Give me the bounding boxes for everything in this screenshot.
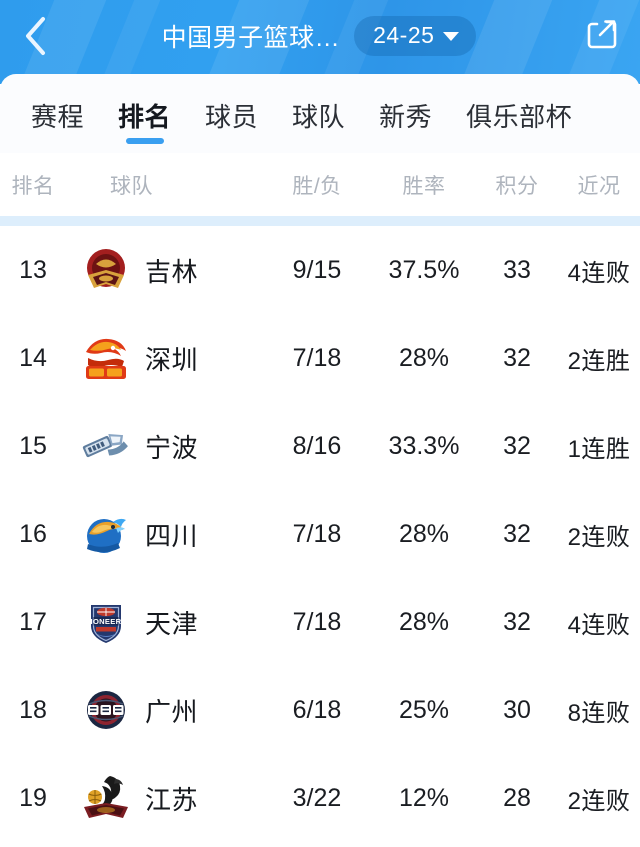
table-row[interactable]: 16 四川 7/18 28% 32 2连败 bbox=[0, 490, 640, 578]
guangzhou-logo-icon bbox=[80, 684, 132, 736]
tab-teams[interactable]: 球队 bbox=[275, 74, 362, 153]
team-name: 江苏 bbox=[145, 784, 199, 815]
row-winpct: 12% bbox=[398, 783, 450, 812]
season-selector[interactable]: 24-25 bbox=[354, 16, 477, 56]
team-name: 天津 bbox=[145, 608, 199, 639]
tab-label: 新秀 bbox=[379, 102, 433, 132]
table-row[interactable]: 15 宁波 8/16 33.3% 32 1连胜 bbox=[0, 402, 640, 490]
row-winpct: 28% bbox=[398, 519, 450, 548]
page-title: 中国男子篮球… bbox=[161, 24, 341, 52]
row-points: 33 bbox=[503, 255, 531, 284]
column-header-form: 近况 bbox=[577, 174, 621, 198]
table-row[interactable]: 18 广州 6/18 25% 30 8连败 bbox=[0, 666, 640, 754]
column-header-winpct: 胜率 bbox=[402, 174, 446, 198]
caret-down-icon bbox=[443, 32, 460, 41]
team-name: 广州 bbox=[145, 696, 199, 727]
standings-table: 13 吉林 9/15 37.5% 33 4连败 14 深圳 7/18 28% 3… bbox=[0, 226, 640, 842]
row-winpct: 25% bbox=[398, 695, 450, 724]
column-header-team: 球队 bbox=[110, 174, 153, 198]
row-points: 32 bbox=[503, 519, 531, 548]
row-record: 6/18 bbox=[292, 695, 342, 724]
table-row[interactable]: 19 江苏 3/22 12% 28 2连败 bbox=[0, 754, 640, 842]
row-form: 4连败 bbox=[567, 611, 631, 639]
row-form: 2连胜 bbox=[567, 347, 631, 375]
row-team: PIONEERS 天津 bbox=[66, 596, 262, 648]
tab-label: 俱乐部杯 bbox=[466, 102, 573, 132]
row-record: 3/22 bbox=[292, 783, 342, 812]
tab-standings[interactable]: 排名 bbox=[101, 74, 188, 153]
tab-label: 赛程 bbox=[31, 102, 85, 132]
tab-label: 球队 bbox=[292, 102, 346, 132]
season-label: 24-25 bbox=[373, 22, 435, 48]
row-points: 32 bbox=[503, 343, 531, 372]
row-record: 7/18 bbox=[292, 607, 342, 636]
tab-players[interactable]: 球员 bbox=[188, 74, 275, 153]
row-form: 1连胜 bbox=[567, 435, 631, 463]
row-rank: 18 bbox=[19, 695, 47, 724]
jilin-logo-icon bbox=[80, 244, 132, 296]
row-team: 江苏 bbox=[66, 772, 262, 824]
ningbo-logo-icon bbox=[80, 420, 132, 472]
section-divider bbox=[0, 216, 640, 226]
header-title-zone: 中国男子篮球… 24-25 bbox=[62, 16, 576, 56]
row-points: 32 bbox=[503, 431, 531, 460]
tianjin-pioneers-logo-icon: PIONEERS bbox=[80, 596, 132, 648]
row-record: 9/15 bbox=[292, 255, 342, 284]
share-button[interactable] bbox=[576, 14, 618, 58]
table-row[interactable]: 14 深圳 7/18 28% 32 2连胜 bbox=[0, 314, 640, 402]
column-header-rank: 排名 bbox=[11, 174, 55, 198]
row-winpct: 33.3% bbox=[388, 431, 460, 460]
row-rank: 19 bbox=[19, 783, 47, 812]
column-header-points: 积分 bbox=[495, 174, 539, 198]
tab-label: 排名 bbox=[118, 102, 172, 132]
jiangsu-logo-icon bbox=[80, 772, 132, 824]
team-name: 四川 bbox=[145, 520, 199, 551]
row-rank: 17 bbox=[19, 607, 47, 636]
table-row[interactable]: 17 PIONEERS 天津 7/18 28% 32 4连败 bbox=[0, 578, 640, 666]
column-header-record: 胜/负 bbox=[292, 174, 342, 198]
row-form: 2连败 bbox=[567, 787, 631, 815]
tab-rookies[interactable]: 新秀 bbox=[362, 74, 449, 153]
tab-club-cup[interactable]: 俱乐部杯 bbox=[449, 74, 589, 153]
row-team: 吉林 bbox=[66, 244, 262, 296]
row-team: 广州 bbox=[66, 684, 262, 736]
chevron-left-icon bbox=[22, 15, 48, 57]
row-points: 32 bbox=[503, 607, 531, 636]
tab-schedule[interactable]: 赛程 bbox=[14, 74, 101, 153]
sichuan-logo-icon bbox=[80, 508, 132, 560]
tab-list[interactable]: 赛程 排名 球员 球队 新秀 俱乐部杯 bbox=[0, 74, 640, 153]
tab-label: 球员 bbox=[205, 102, 259, 132]
share-icon bbox=[584, 17, 618, 56]
row-rank: 13 bbox=[19, 255, 47, 284]
table-row[interactable]: 13 吉林 9/15 37.5% 33 4连败 bbox=[0, 226, 640, 314]
team-name: 深圳 bbox=[145, 344, 199, 375]
row-form: 4连败 bbox=[567, 259, 631, 287]
row-team: 宁波 bbox=[66, 420, 262, 472]
row-record: 7/18 bbox=[292, 519, 342, 548]
row-team: 四川 bbox=[66, 508, 262, 560]
tab-underline bbox=[125, 138, 164, 144]
row-rank: 16 bbox=[19, 519, 47, 548]
tab-bar: 赛程 排名 球员 球队 新秀 俱乐部杯 bbox=[0, 74, 640, 153]
svg-text:PIONEERS: PIONEERS bbox=[85, 617, 127, 626]
row-rank: 14 bbox=[19, 343, 47, 372]
row-points: 30 bbox=[503, 695, 531, 724]
row-rank: 15 bbox=[19, 431, 47, 460]
shenzhen-logo-icon bbox=[80, 332, 132, 384]
row-winpct: 28% bbox=[398, 343, 450, 372]
row-points: 28 bbox=[503, 783, 531, 812]
team-name: 吉林 bbox=[145, 256, 199, 287]
row-form: 2连败 bbox=[567, 523, 631, 551]
standings-column-header: 排名 球队 胜/负 胜率 积分 近况 bbox=[0, 153, 640, 216]
row-record: 7/18 bbox=[292, 343, 342, 372]
row-winpct: 28% bbox=[398, 607, 450, 636]
back-button[interactable] bbox=[22, 14, 62, 58]
row-record: 8/16 bbox=[292, 431, 342, 460]
team-name: 宁波 bbox=[145, 432, 199, 463]
row-winpct: 37.5% bbox=[388, 255, 460, 284]
app-header: 中国男子篮球… 24-25 bbox=[0, 0, 640, 84]
row-team: 深圳 bbox=[66, 332, 262, 384]
row-form: 8连败 bbox=[567, 699, 631, 727]
